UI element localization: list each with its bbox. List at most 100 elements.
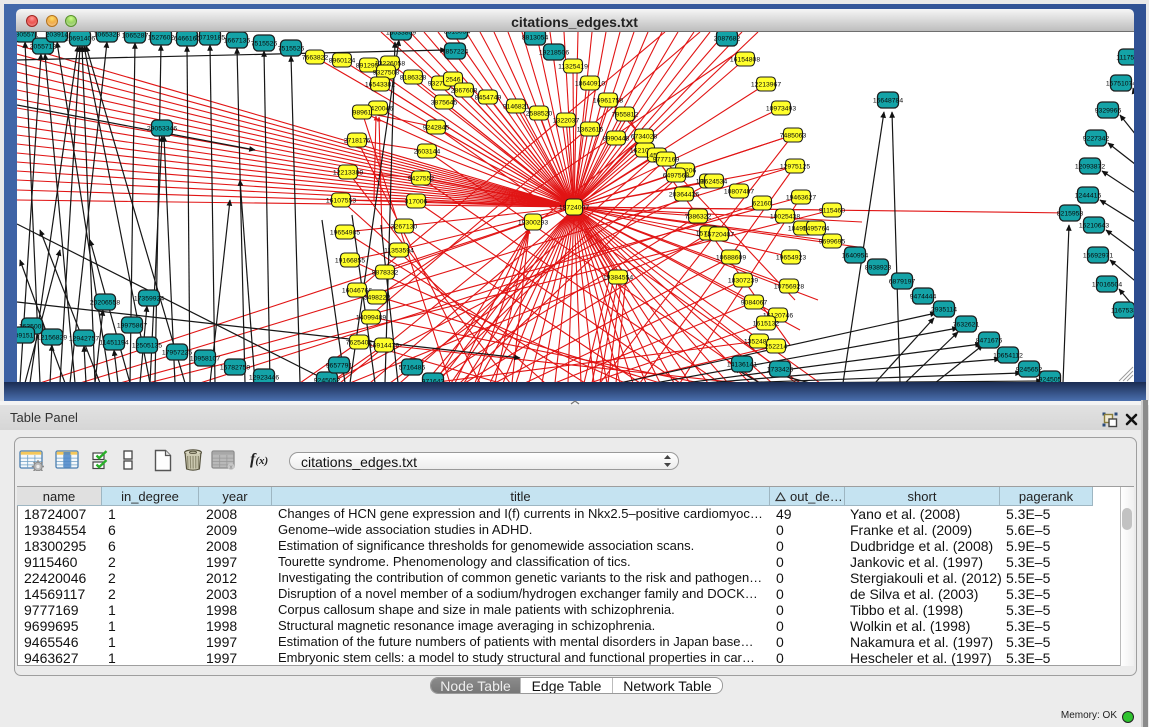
svg-text:1244415: 1244415 xyxy=(1075,192,1102,199)
svg-text:6497568: 6497568 xyxy=(663,172,690,179)
svg-text:2718176: 2718176 xyxy=(344,137,371,144)
svg-text:19654923: 19654923 xyxy=(776,254,806,261)
svg-text:18307239: 18307239 xyxy=(728,277,758,284)
svg-text:8813054: 8813054 xyxy=(444,32,471,35)
svg-text:16648784: 16648784 xyxy=(873,97,903,104)
svg-text:5716485: 5716485 xyxy=(399,364,426,371)
svg-text:7632621: 7632621 xyxy=(953,321,980,328)
svg-text:20364436: 20364436 xyxy=(669,191,699,198)
svg-text:12156829: 12156829 xyxy=(37,334,67,341)
svg-text:11353594: 11353594 xyxy=(384,247,414,254)
svg-text:12942757: 12942757 xyxy=(69,335,99,342)
svg-text:8990448: 8990448 xyxy=(603,135,630,142)
svg-text:16107553: 16107553 xyxy=(326,197,356,204)
svg-text:14136141: 14136141 xyxy=(727,361,757,368)
svg-text:2087682: 2087682 xyxy=(714,35,741,42)
svg-text:19654985: 19654985 xyxy=(330,229,360,236)
svg-text:12975125: 12975125 xyxy=(780,163,810,170)
svg-text:2546: 2546 xyxy=(445,76,460,83)
svg-text:7515526: 7515526 xyxy=(278,45,305,52)
svg-text:6734028: 6734028 xyxy=(631,133,658,140)
svg-text:2588520: 2588520 xyxy=(526,110,553,117)
svg-text:19384554: 19384554 xyxy=(603,274,633,281)
svg-text:19218506: 19218506 xyxy=(539,49,569,56)
svg-text:16782759: 16782759 xyxy=(220,364,250,371)
svg-text:1495764: 1495764 xyxy=(803,225,830,232)
svg-text:7857224: 7857224 xyxy=(442,48,469,55)
svg-text:10807487: 10807487 xyxy=(724,188,754,195)
svg-text:9146821: 9146821 xyxy=(503,103,530,110)
svg-text:16961758: 16961758 xyxy=(593,97,623,104)
svg-text:9242845: 9242845 xyxy=(423,124,450,131)
svg-text:1733426: 1733426 xyxy=(767,366,794,373)
svg-text:62160: 62160 xyxy=(753,200,772,207)
svg-text:1117533: 1117533 xyxy=(1116,54,1134,61)
svg-text:8878332: 8878332 xyxy=(372,269,399,276)
svg-text:2603144: 2603144 xyxy=(414,148,441,155)
svg-text:1167533: 1167533 xyxy=(1111,307,1134,314)
svg-text:1615132: 1615132 xyxy=(753,320,780,327)
svg-text:12093872: 12093872 xyxy=(1075,163,1105,170)
svg-text:252214: 252214 xyxy=(765,343,788,350)
svg-text:16914479: 16914479 xyxy=(369,342,399,349)
svg-text:20691406: 20691406 xyxy=(65,35,95,42)
svg-text:1527602: 1527602 xyxy=(148,34,175,41)
svg-text:10973493: 10973493 xyxy=(766,105,796,112)
svg-text:1362615: 1362615 xyxy=(577,126,604,133)
svg-text:8813054: 8813054 xyxy=(522,34,549,41)
svg-text:1667135: 1667135 xyxy=(224,37,251,44)
svg-text:2867608: 2867608 xyxy=(451,87,478,94)
svg-text:9657791: 9657791 xyxy=(326,362,353,369)
svg-text:18724007: 18724007 xyxy=(559,204,589,211)
svg-text:10719185: 10719185 xyxy=(195,34,225,41)
svg-text:2935114: 2935114 xyxy=(931,306,957,313)
svg-text:7663822: 7663822 xyxy=(302,54,329,61)
svg-text:8186328: 8186328 xyxy=(400,74,427,81)
svg-text:19166855: 19166855 xyxy=(335,257,365,264)
svg-text:14099489: 14099489 xyxy=(356,314,386,321)
svg-text:7515526: 7515526 xyxy=(251,40,278,47)
svg-text:8454749: 8454749 xyxy=(475,94,502,101)
svg-text:9777169: 9777169 xyxy=(653,156,680,163)
svg-text:10958107: 10958107 xyxy=(190,355,220,362)
svg-text:7485063: 7485063 xyxy=(780,132,807,139)
svg-text:1322037: 1322037 xyxy=(553,117,580,124)
svg-text:15751074: 15751074 xyxy=(1106,80,1134,87)
svg-text:8960124: 8960124 xyxy=(329,57,356,64)
svg-text:12213967: 12213967 xyxy=(751,81,781,88)
svg-text:924505: 924505 xyxy=(1039,376,1062,382)
svg-text:12505135: 12505135 xyxy=(132,342,162,349)
svg-text:8471676: 8471676 xyxy=(976,337,1003,344)
svg-text:18640910: 18640910 xyxy=(575,80,605,87)
svg-text:8215958: 8215958 xyxy=(1057,210,1084,217)
svg-text:39151: 39151 xyxy=(17,332,34,339)
svg-text:9327508: 9327508 xyxy=(373,69,400,76)
svg-text:1805571: 1805571 xyxy=(17,32,38,38)
svg-text:29053346: 29053346 xyxy=(147,125,177,132)
svg-text:1065287: 1065287 xyxy=(122,32,149,39)
svg-text:19463627: 19463627 xyxy=(786,194,816,201)
svg-text:10756928: 10756928 xyxy=(774,283,804,290)
svg-text:11325419: 11325419 xyxy=(558,63,588,70)
svg-text:17016504: 17016504 xyxy=(1092,281,1122,288)
svg-text:8938923: 8938923 xyxy=(865,264,892,271)
svg-text:12923446: 12923446 xyxy=(249,374,279,381)
svg-text:9427552: 9427552 xyxy=(408,175,435,182)
svg-text:2055712: 2055712 xyxy=(30,43,57,50)
svg-text:15720407: 15720407 xyxy=(704,231,734,238)
svg-text:16210643: 16210643 xyxy=(1079,222,1109,229)
svg-text:7386322: 7386322 xyxy=(685,213,712,220)
svg-text:317006: 317006 xyxy=(405,198,428,205)
svg-text:9245052: 9245052 xyxy=(314,377,341,382)
svg-text:98961: 98961 xyxy=(353,109,372,116)
svg-text:9084067: 9084067 xyxy=(741,299,768,306)
svg-text:11451194: 11451194 xyxy=(99,339,128,346)
svg-text:20206558: 20206558 xyxy=(90,299,120,306)
svg-text:9474444: 9474444 xyxy=(910,293,937,300)
svg-text:10654112: 10654112 xyxy=(993,352,1023,359)
svg-text:3875645: 3875645 xyxy=(431,99,458,106)
svg-text:7955812: 7955812 xyxy=(612,111,639,118)
svg-text:17359924: 17359924 xyxy=(134,295,164,302)
svg-text:1065328: 1065328 xyxy=(94,32,121,38)
svg-text:9699695: 9699695 xyxy=(819,238,846,245)
